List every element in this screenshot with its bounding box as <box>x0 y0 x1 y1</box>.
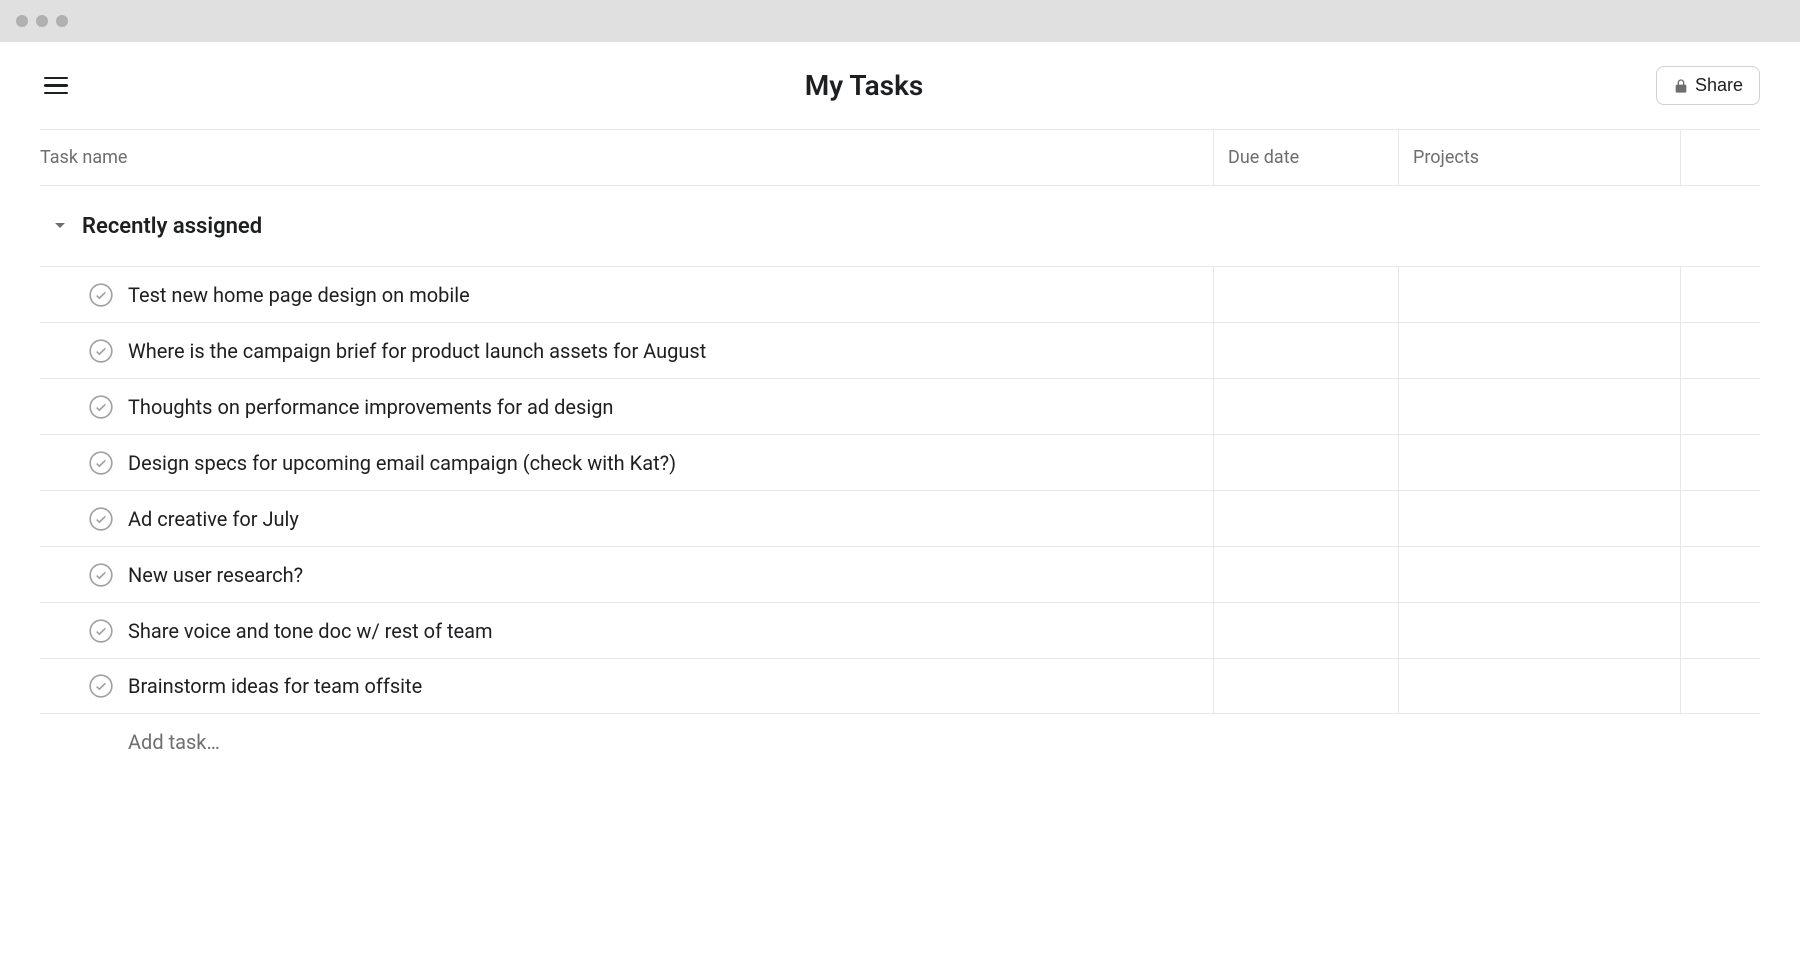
task-main-cell: Test new home page design on mobile <box>40 267 1213 322</box>
task-name: Brainstorm ideas for team offsite <box>128 674 422 698</box>
page-title: My Tasks <box>72 69 1656 102</box>
task-extra-cell[interactable] <box>1680 323 1760 378</box>
window-chrome <box>0 0 1800 42</box>
section-header[interactable]: Recently assigned <box>40 186 1760 266</box>
table-header: Task name Due date Projects <box>40 130 1760 186</box>
task-row[interactable]: Ad creative for July <box>40 490 1760 546</box>
task-row[interactable]: Thoughts on performance improvements for… <box>40 378 1760 434</box>
column-header-extra[interactable] <box>1680 130 1760 185</box>
task-name: Design specs for upcoming email campaign… <box>128 451 676 475</box>
hamburger-menu-button[interactable] <box>40 73 72 99</box>
task-projects-cell[interactable] <box>1398 379 1680 434</box>
check-circle-icon[interactable] <box>88 562 114 588</box>
column-header-projects[interactable]: Projects <box>1398 130 1680 185</box>
add-task-row[interactable]: Add task… <box>40 714 1760 770</box>
task-due-cell[interactable] <box>1213 267 1398 322</box>
task-extra-cell[interactable] <box>1680 603 1760 658</box>
task-name: New user research? <box>128 563 303 587</box>
task-extra-cell[interactable] <box>1680 547 1760 602</box>
check-circle-icon[interactable] <box>88 394 114 420</box>
task-main-cell: Brainstorm ideas for team offsite <box>40 659 1213 713</box>
task-name: Where is the campaign brief for product … <box>128 339 706 363</box>
header: My Tasks Share <box>0 42 1800 129</box>
task-due-cell[interactable] <box>1213 491 1398 546</box>
task-name: Thoughts on performance improvements for… <box>128 395 613 419</box>
column-header-due-date[interactable]: Due date <box>1213 130 1398 185</box>
column-header-label: Projects <box>1413 147 1479 168</box>
task-projects-cell[interactable] <box>1398 659 1680 713</box>
check-circle-icon[interactable] <box>88 673 114 699</box>
task-row[interactable]: Share voice and tone doc w/ rest of team <box>40 602 1760 658</box>
share-button-label: Share <box>1695 75 1743 96</box>
task-projects-cell[interactable] <box>1398 491 1680 546</box>
check-circle-icon[interactable] <box>88 506 114 532</box>
hamburger-icon <box>44 77 68 80</box>
task-extra-cell[interactable] <box>1680 267 1760 322</box>
task-projects-cell[interactable] <box>1398 267 1680 322</box>
task-name: Ad creative for July <box>128 507 299 531</box>
task-main-cell: Where is the campaign brief for product … <box>40 323 1213 378</box>
window-dot-maximize[interactable] <box>56 15 68 27</box>
task-main-cell: Ad creative for July <box>40 491 1213 546</box>
check-circle-icon[interactable] <box>88 618 114 644</box>
task-due-cell[interactable] <box>1213 603 1398 658</box>
task-extra-cell[interactable] <box>1680 491 1760 546</box>
task-row[interactable]: New user research? <box>40 546 1760 602</box>
check-circle-icon[interactable] <box>88 282 114 308</box>
task-extra-cell[interactable] <box>1680 435 1760 490</box>
check-circle-icon[interactable] <box>88 450 114 476</box>
task-name: Share voice and tone doc w/ rest of team <box>128 619 493 643</box>
column-header-label: Due date <box>1228 147 1299 168</box>
add-task-label: Add task… <box>128 730 220 754</box>
task-row[interactable]: Where is the campaign brief for product … <box>40 322 1760 378</box>
window-dot-minimize[interactable] <box>36 15 48 27</box>
task-due-cell[interactable] <box>1213 323 1398 378</box>
task-due-cell[interactable] <box>1213 659 1398 713</box>
task-extra-cell[interactable] <box>1680 659 1760 713</box>
task-due-cell[interactable] <box>1213 547 1398 602</box>
column-header-task-name[interactable]: Task name <box>40 147 1213 168</box>
task-table: Task name Due date Projects Recently ass… <box>40 129 1760 770</box>
task-main-cell: Thoughts on performance improvements for… <box>40 379 1213 434</box>
task-extra-cell[interactable] <box>1680 379 1760 434</box>
task-name: Test new home page design on mobile <box>128 283 470 307</box>
lock-icon <box>1673 78 1689 94</box>
task-row[interactable]: Test new home page design on mobile <box>40 266 1760 322</box>
task-main-cell: Share voice and tone doc w/ rest of team <box>40 603 1213 658</box>
content: Task name Due date Projects Recently ass… <box>0 129 1800 770</box>
task-row[interactable]: Design specs for upcoming email campaign… <box>40 434 1760 490</box>
section-title: Recently assigned <box>82 214 262 239</box>
task-due-cell[interactable] <box>1213 435 1398 490</box>
share-button[interactable]: Share <box>1656 66 1760 105</box>
chevron-down-icon <box>54 220 66 232</box>
task-projects-cell[interactable] <box>1398 603 1680 658</box>
column-header-label: Task name <box>40 147 127 168</box>
task-main-cell: New user research? <box>40 547 1213 602</box>
check-circle-icon[interactable] <box>88 338 114 364</box>
task-row[interactable]: Brainstorm ideas for team offsite <box>40 658 1760 714</box>
task-main-cell: Design specs for upcoming email campaign… <box>40 435 1213 490</box>
window-dot-close[interactable] <box>16 15 28 27</box>
task-projects-cell[interactable] <box>1398 547 1680 602</box>
task-projects-cell[interactable] <box>1398 323 1680 378</box>
task-due-cell[interactable] <box>1213 379 1398 434</box>
task-projects-cell[interactable] <box>1398 435 1680 490</box>
